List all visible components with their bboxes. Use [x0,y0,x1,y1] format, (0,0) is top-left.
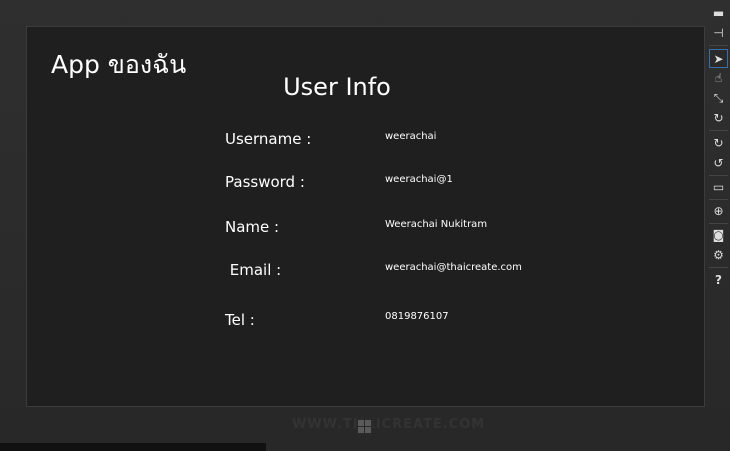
pinch-zoom-icon[interactable]: ⤡ [709,89,728,108]
divider [709,45,728,46]
rotate-clockwise-icon[interactable]: ↻ [709,134,728,153]
divider [709,175,728,176]
globe-icon[interactable]: ⊕ [709,202,728,221]
rotate-counterclockwise-icon[interactable]: ↺ [709,154,728,173]
monitor-icon[interactable]: ▭ [709,178,728,197]
tel-value: 0819876107 [385,311,449,322]
username-value: weerachai [385,131,437,142]
help-icon[interactable]: ? [709,271,728,290]
password-value: weerachai@1 [385,174,453,185]
camera-icon[interactable]: ◙ [709,226,728,245]
name-label: Name : [225,218,280,236]
app-screen: App ของฉัน User Info Username : weeracha… [26,26,705,407]
email-label: Email : [225,261,282,279]
pin-icon[interactable]: ⊣ [709,24,728,43]
rotate-touch-icon[interactable]: ↻ [709,109,728,128]
simulator-toolbar: ▬ ⊣ ➤ ☝ ⤡ ↻ ↻ ↺ ▭ ⊕ ◙ ⚙ ? [706,0,730,451]
minimize-icon[interactable]: ▬ [709,4,728,23]
bottom-bar [0,443,266,451]
gear-icon[interactable]: ⚙ [709,246,728,265]
email-value: weerachai@thaicreate.com [385,262,522,273]
page-title: User Info [283,73,391,101]
divider [709,223,728,224]
divider [709,130,728,131]
windows-button-icon[interactable] [356,418,373,435]
watermark: WWW.THAICREATE.COM [292,417,486,432]
password-label: Password : [225,173,305,191]
divider [709,267,728,268]
tel-label: Tel : [225,311,255,329]
name-value: Weerachai Nukitram [385,219,488,230]
divider [709,199,728,200]
touch-hand-icon[interactable]: ☝ [709,69,728,88]
username-label: Username : [225,130,312,148]
simulator-frame: App ของฉัน User Info Username : weeracha… [0,0,730,451]
mouse-pointer-icon[interactable]: ➤ [709,49,728,68]
